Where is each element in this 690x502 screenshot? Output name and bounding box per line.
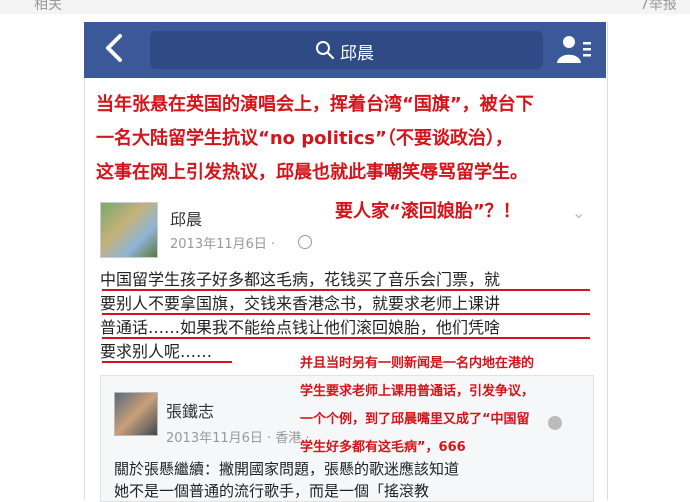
chevron-down-icon[interactable]: ⌄ bbox=[572, 203, 585, 222]
avatar[interactable] bbox=[100, 202, 158, 258]
post-body-line: 中国留学生孩子好多都这毛病，花钱买了音乐会门票，就 bbox=[100, 270, 501, 289]
search-bar[interactable]: 邱晨 bbox=[150, 31, 543, 69]
red-note-line: 并且当时另有一则新闻是一名内地在港的 bbox=[300, 356, 535, 371]
post-body-line: 要别人不要拿国旗，交钱来香港念书，就要求老师上课讲 bbox=[100, 294, 501, 313]
comment-time: 2013年11月6日 · 香港 · bbox=[166, 431, 310, 446]
comment-author[interactable]: 張鐵志 bbox=[166, 398, 214, 422]
top-strip: 相关 7举报 bbox=[0, 0, 690, 14]
scribble-mark bbox=[548, 416, 562, 430]
comment-body-line: 她不是一個普通的流行歌手，而是一個「搖滾教 bbox=[114, 482, 430, 500]
search-text: 邱晨 bbox=[340, 44, 374, 64]
caption-line-3: 这事在网上引发热议，邱晨也就此事嘲笑辱骂留学生。 bbox=[96, 162, 528, 183]
red-note-line: 学生好多都有这毛病”，666 bbox=[300, 440, 466, 455]
friend-request-icon[interactable] bbox=[556, 33, 592, 65]
post-author[interactable]: 邱晨 bbox=[170, 206, 202, 230]
underline bbox=[102, 361, 232, 363]
comment-body-line: 關於張懸繼續：撇開國家問題，張懸的歌迷應該知道 bbox=[114, 460, 460, 478]
top-right-text[interactable]: 7举报 bbox=[640, 0, 677, 14]
back-chevron-icon bbox=[106, 34, 122, 62]
avatar[interactable] bbox=[114, 392, 158, 436]
post-time: 2013年11月6日 · bbox=[170, 237, 276, 252]
red-note-line: 学生要求老师上课用普通话，引发争议， bbox=[300, 384, 535, 399]
back-button[interactable] bbox=[100, 28, 128, 68]
underline bbox=[102, 313, 590, 315]
underline bbox=[102, 289, 590, 291]
search-icon bbox=[316, 41, 335, 60]
globe-icon bbox=[298, 235, 312, 249]
post-body-line: 要求别人呢…… bbox=[100, 342, 213, 361]
caption-line-2: 一名大陆留学生抗议“no politics”（不要谈政治）， bbox=[96, 128, 513, 149]
caption-line-1: 当年张悬在英国的演唱会上，挥着台湾“国旗”，被台下 bbox=[96, 94, 534, 115]
caption-line-4: 要人家“滚回娘胎”？！ bbox=[335, 201, 521, 222]
red-note-line: 一个个例，到了邱晨嘴里又成了“中国留 bbox=[300, 412, 530, 427]
top-left-text[interactable]: 相关 bbox=[34, 0, 62, 14]
underline bbox=[102, 337, 590, 339]
post-body-line: 普通话……如果我不能给点钱让他们滚回娘胎，他们凭啥 bbox=[100, 318, 501, 337]
